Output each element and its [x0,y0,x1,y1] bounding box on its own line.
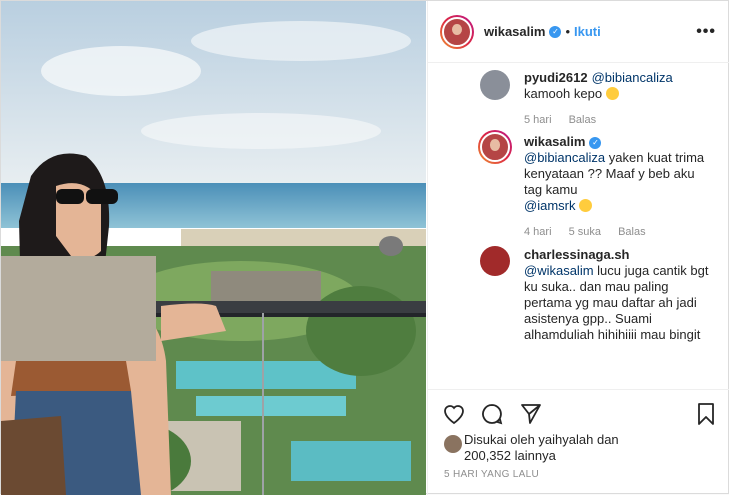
reply-button[interactable]: Balas [569,114,597,126]
post-actions: Disukai oleh yaihyalah dan 200,352 lainn… [428,389,729,495]
comment-text: kamooh kepo [524,86,603,101]
comment-mention[interactable]: @bibiancaliza [592,70,673,85]
reply-button[interactable]: Balas [618,226,646,238]
avatar[interactable] [444,435,462,453]
comment-list[interactable]: pyudi2612 @bibiancaliza kamooh kepo 5 har… [428,64,729,389]
comment-username[interactable]: wikasalim [524,134,585,149]
comment-username[interactable]: charlessinaga.sh [524,247,630,262]
comment-username[interactable]: pyudi2612 [524,70,588,85]
heart-eyes-emoji-icon [579,199,593,212]
comment-meta: 5 hari Balas [524,114,729,126]
post-side-panel: wikasalim ✓ • Ikuti ••• pyudi2612 @bibian… [427,1,729,495]
author-username[interactable]: wikasalim [484,24,545,39]
avatar[interactable] [480,246,510,276]
comment-mention[interactable]: @bibiancaliza [524,150,605,165]
comment-likes[interactable]: 5 suka [569,226,601,238]
post-date[interactable]: 5 HARI YANG LALU [444,469,539,480]
action-icons [442,402,714,431]
comment-item: wikasalim ✓ @bibiancaliza yaken kuat trim… [524,134,729,238]
heart-icon[interactable] [442,402,466,426]
comment-meta: 4 hari 5 suka Balas [524,226,729,238]
comment-time[interactable]: 4 hari [524,226,552,238]
verified-icon: ✓ [549,25,562,38]
avatar[interactable] [478,130,512,164]
author-avatar-ring[interactable] [440,14,474,49]
avatar[interactable] [442,16,472,47]
comment-icon[interactable] [480,402,504,426]
share-icon[interactable] [519,402,543,426]
comment-mention[interactable]: @wikasalim [524,263,594,278]
separator-dot: • [565,24,570,39]
more-icon[interactable]: ••• [696,23,716,41]
post-header: wikasalim ✓ • Ikuti ••• [428,1,729,63]
likes-line-2: 200,352 lainnya [464,448,556,463]
avatar[interactable] [480,70,510,100]
comment-mention[interactable]: @iamsrk [524,198,575,213]
comment-item: charlessinaga.sh @wikasalim lucu juga ca… [524,247,729,343]
follow-button[interactable]: Ikuti [574,24,601,39]
post-image [1,1,426,495]
likes-summary[interactable]: Disukai oleh yaihyalah dan 200,352 lainn… [444,432,619,464]
post-photo[interactable] [1,1,426,495]
verified-icon: ✓ [589,136,602,149]
comment-item: pyudi2612 @bibiancaliza kamooh kepo 5 har… [524,70,729,126]
laughing-emoji-icon [605,87,619,100]
bookmark-icon[interactable] [696,402,716,426]
likes-line-1: Disukai oleh yaihyalah dan [464,432,619,447]
comment-time[interactable]: 5 hari [524,114,552,126]
instagram-post-modal: wikasalim ✓ • Ikuti ••• pyudi2612 @bibian… [0,0,729,495]
blur-censor-box [1,256,156,361]
